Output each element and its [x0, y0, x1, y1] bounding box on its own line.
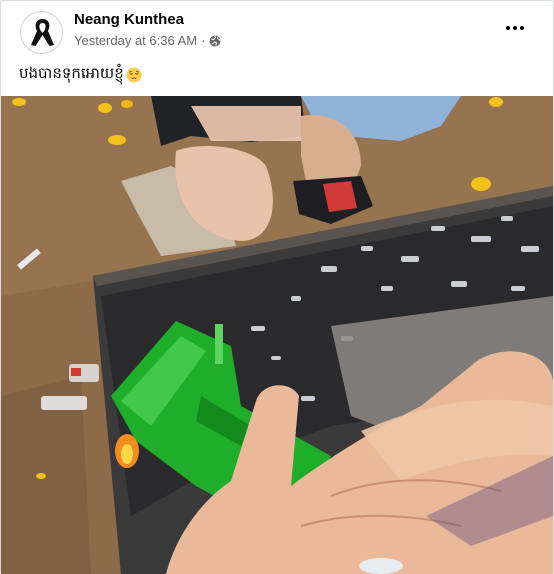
globe-icon[interactable]	[209, 35, 221, 47]
post-timestamp[interactable]: Yesterday at 6:36 AM	[74, 33, 197, 48]
black-mourning-ribbon-icon	[31, 19, 54, 46]
more-dot	[513, 26, 517, 30]
flame-core	[121, 444, 133, 464]
ash-in-hand	[359, 558, 403, 574]
more-dot	[520, 26, 524, 30]
leaf-stem	[215, 324, 223, 364]
flower-petal	[489, 97, 503, 107]
post-caption: បងបានទុកអោយខ្ញុំ	[19, 63, 142, 87]
photo-scene	[1, 96, 553, 574]
flower-petal	[121, 100, 133, 108]
sandal-strap	[323, 181, 357, 212]
more-options-icon	[506, 26, 510, 30]
flower-petal	[98, 103, 112, 113]
author-avatar[interactable]	[20, 11, 63, 54]
box-debris	[41, 396, 87, 410]
post-header: Neang Kunthea Yesterday at 6:36 AM ·	[1, 1, 553, 63]
flower-petal	[12, 98, 26, 106]
box-label	[71, 368, 81, 376]
flower-petal	[36, 473, 46, 479]
flower-petal	[108, 135, 126, 145]
pensive-face-emoji	[126, 67, 142, 83]
post-photo[interactable]	[1, 96, 553, 574]
post-meta: Yesterday at 6:36 AM ·	[74, 33, 221, 48]
post-card: Neang Kunthea Yesterday at 6:36 AM · បងប…	[0, 0, 554, 574]
meta-separator: ·	[201, 33, 206, 48]
caption-text: បងបានទុកអោយខ្ញុំ	[19, 64, 124, 82]
more-options-button[interactable]	[501, 18, 529, 38]
flower-petal	[471, 177, 491, 191]
author-name[interactable]: Neang Kunthea	[74, 11, 184, 28]
